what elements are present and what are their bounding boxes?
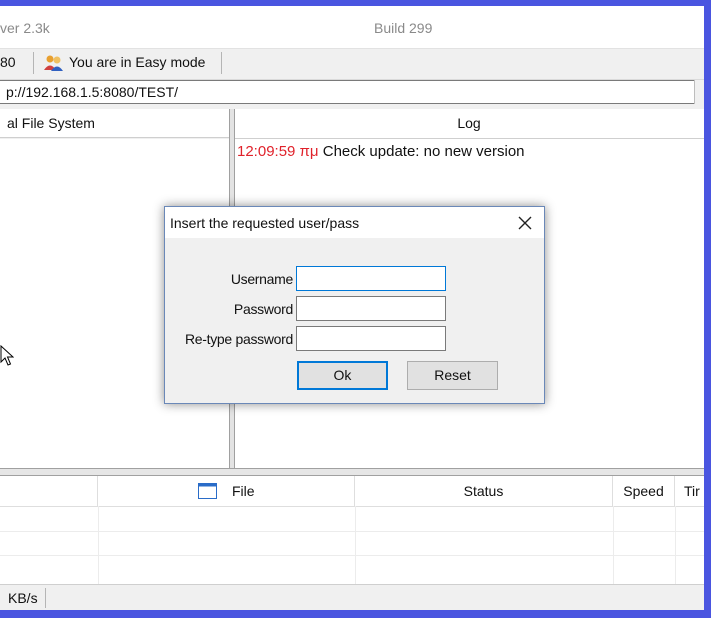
retype-password-field[interactable] [296,326,446,351]
users-icon [44,55,63,71]
horizontal-splitter[interactable] [0,468,704,476]
column-header-file[interactable]: File [98,476,355,506]
password-label: Password [233,301,293,317]
ok-button[interactable]: Ok [297,361,388,390]
table-row [0,531,704,556]
credentials-dialog: Insert the requested user/pass Username … [164,206,545,404]
toolbar: 80 You are in Easy mode [0,49,704,80]
build-label: Build 299 [374,20,433,36]
password-field[interactable] [296,296,446,321]
mouse-cursor-icon [0,345,14,366]
column-header-speed[interactable]: Speed [613,476,675,506]
table-row [0,506,704,532]
username-label: Username [230,271,293,287]
column-divider [98,506,99,584]
speed-readout: KB/s [8,590,38,606]
column-header-blank[interactable] [0,476,98,506]
log-time: 12:09:59 πμ [237,143,319,160]
transfer-list[interactable]: File Status Speed Tir [0,476,704,584]
column-label-file: File [232,483,255,499]
column-header-status[interactable]: Status [355,476,613,506]
log-entry: 12:09:59 πμ Check update: no new version [237,143,525,160]
column-divider [675,506,676,584]
port-button[interactable]: 80 [0,49,16,79]
mode-button[interactable]: You are in Easy mode [69,49,205,79]
toolbar-separator [33,52,34,74]
dialog-title-bar: Insert the requested user/pass [165,207,544,238]
url-field[interactable]: p://192.168.1.5:8080/TEST/ [0,80,695,104]
window-icon [198,483,217,499]
window-title: ver 2.3k [0,20,50,36]
reset-button[interactable]: Reset [407,361,498,390]
title-bar: ver 2.3k Build 299 [0,6,704,49]
toolbar-separator [221,52,222,74]
column-header-time[interactable]: Tir [675,476,704,506]
status-bar: KB/s [0,584,704,610]
close-icon[interactable] [514,213,536,233]
dialog-title: Insert the requested user/pass [170,215,360,231]
column-divider [613,506,614,584]
status-separator [45,588,46,608]
vfs-header: al File System [0,109,229,138]
log-header: Log [234,109,704,139]
username-field[interactable] [296,266,446,291]
column-divider [355,506,356,584]
retype-password-label: Re-type password [184,331,293,347]
url-dropdown-button[interactable] [694,80,704,104]
log-message: Check update: no new version [322,143,525,160]
